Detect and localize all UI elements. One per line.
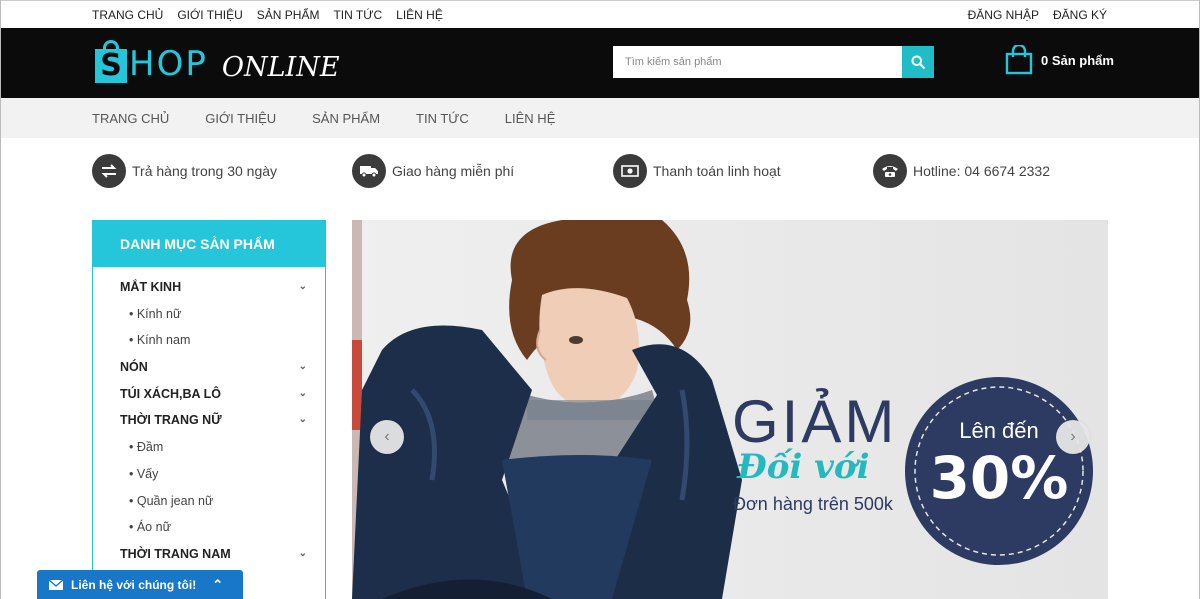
badge-value: 30% [930,444,1069,512]
promo-banner-slider[interactable]: GIẢM Đối với Đơn hàng trên 500k Lên đến … [352,220,1108,599]
banner-prev-button[interactable]: ‹ [370,420,404,454]
page-frame: TRANG CHỦ GIỚI THIỆU SẢN PHẨM TIN TỨC LI… [0,0,1200,599]
topbar-link-home[interactable]: TRANG CHỦ [92,8,163,22]
feature-returns-text: Trả hàng trong 30 ngày [132,163,278,179]
topbar-link-about[interactable]: GIỚI THIỆU [177,8,242,22]
feature-shipping: Giao hàng miễn phí [352,154,514,188]
shopping-bag-icon [1005,45,1033,75]
badge-top-text: Lên đến [959,418,1039,443]
topbar: TRANG CHỦ GIỚI THIỆU SẢN PHẨM TIN TỨC LI… [1,0,1199,28]
category-sidebar: DANH MỤC SẢN PHẨM MẮT KINH ⌄ • Kính nữ • … [92,220,326,599]
money-icon [613,154,647,188]
topbar-links: TRANG CHỦ GIỚI THIỆU SẢN PHẨM TIN TỨC LI… [92,8,443,22]
feature-payment: Thanh toán linh hoạt [613,154,781,188]
category-item-quan-jean-nu[interactable]: • Quần jean nữ [93,488,325,515]
nav-item-products[interactable]: SẢN PHẨM [312,111,380,126]
search-button[interactable] [902,46,934,78]
topbar-link-contact[interactable]: LIÊN HỆ [396,8,443,22]
banner-image: GIẢM Đối với Đơn hàng trên 500k Lên đến … [352,220,1108,599]
category-item-mat-kinh[interactable]: MẮT KINH ⌄ [93,274,325,301]
nav-item-contact[interactable]: LIÊN HỆ [505,111,556,126]
main-nav: TRANG CHỦ GIỚI THIỆU SẢN PHẨM TIN TỨC LI… [1,98,1199,138]
envelope-icon [49,579,63,590]
banner-headline: GIẢM [732,388,897,455]
category-item-thoi-trang-nu[interactable]: THỜI TRANG NỮ ⌄ [93,407,325,434]
chevron-down-icon[interactable]: ⌄ [299,407,307,434]
category-item-thoi-trang-nam[interactable]: THỜI TRANG NAM ⌄ [93,541,325,568]
chevron-up-icon[interactable]: ⌃ [212,577,223,593]
nav-item-home[interactable]: TRANG CHỦ [92,111,169,126]
chevron-right-icon: › [1070,428,1076,445]
category-item-non[interactable]: NÓN ⌄ [93,354,325,381]
nav-item-about[interactable]: GIỚI THIỆU [205,111,276,126]
category-item-vay[interactable]: • Vấy [93,461,325,488]
auth-links: ĐĂNG NHẬP ĐĂNG KÝ [968,8,1107,22]
truck-icon [352,154,386,188]
chat-label: Liên hệ với chúng tôi! [71,577,197,592]
search-bar [613,46,934,78]
feature-returns: Trả hàng trong 30 ngày [92,154,277,188]
cart-label: 0 Sản phẩm [1041,52,1114,68]
nav-item-news[interactable]: TIN TỨC [416,111,469,126]
logo[interactable]: S HOP ONLINE [95,38,340,86]
chevron-down-icon[interactable]: ⌄ [299,541,307,568]
banner-subline: Đơn hàng trên 500k [733,494,894,514]
logo-s: S [95,49,127,83]
cart[interactable]: 0 Sản phẩm [1005,45,1114,75]
topbar-link-news[interactable]: TIN TỨC [333,8,382,22]
chevron-left-icon: ‹ [384,428,390,445]
contact-chat-widget[interactable]: Liên hệ với chúng tôi! ⌃ [37,570,243,599]
phone-icon [873,154,907,188]
search-input[interactable] [613,46,902,78]
feature-hotline: Hotline: 04 6674 2332 [873,154,1050,188]
category-item-dam[interactable]: • Đầm [93,434,325,461]
shopping-bag-logo-icon: S [95,40,127,84]
exchange-icon [92,154,126,188]
login-link[interactable]: ĐĂNG NHẬP [968,8,1039,22]
category-item-kinh-nu[interactable]: • Kính nữ [93,301,325,328]
category-item-tui-xach[interactable]: TÚI XÁCH,BA LÔ ⌄ [93,381,325,408]
search-icon [911,55,925,69]
category-item-kinh-nam[interactable]: • Kính nam [93,327,325,354]
feature-hotline-text: Hotline: 04 6674 2332 [913,163,1050,179]
header: S HOP ONLINE 0 Sản phẩm [1,28,1199,98]
category-list: MẮT KINH ⌄ • Kính nữ • Kính nam NÓN ⌄ TÚI … [93,267,325,568]
feature-payment-text: Thanh toán linh hoạt [653,163,781,179]
sidebar-title: DANH MỤC SẢN PHẨM [93,221,325,267]
feature-strip: Trả hàng trong 30 ngày Giao hàng miễn ph… [1,138,1199,208]
banner-script: Đối với [736,447,870,487]
chevron-down-icon[interactable]: ⌄ [299,381,307,408]
topbar-link-products[interactable]: SẢN PHẨM [257,8,320,22]
chevron-down-icon[interactable]: ⌄ [299,354,307,381]
category-item-ao-nu[interactable]: • Áo nữ [93,514,325,541]
chevron-down-icon[interactable]: ⌄ [299,274,307,301]
logo-online: ONLINE [221,51,340,83]
register-link[interactable]: ĐĂNG KÝ [1053,8,1107,22]
banner-next-button[interactable]: › [1056,420,1090,454]
feature-shipping-text: Giao hàng miễn phí [392,163,515,179]
logo-hop: HOP [129,44,208,84]
